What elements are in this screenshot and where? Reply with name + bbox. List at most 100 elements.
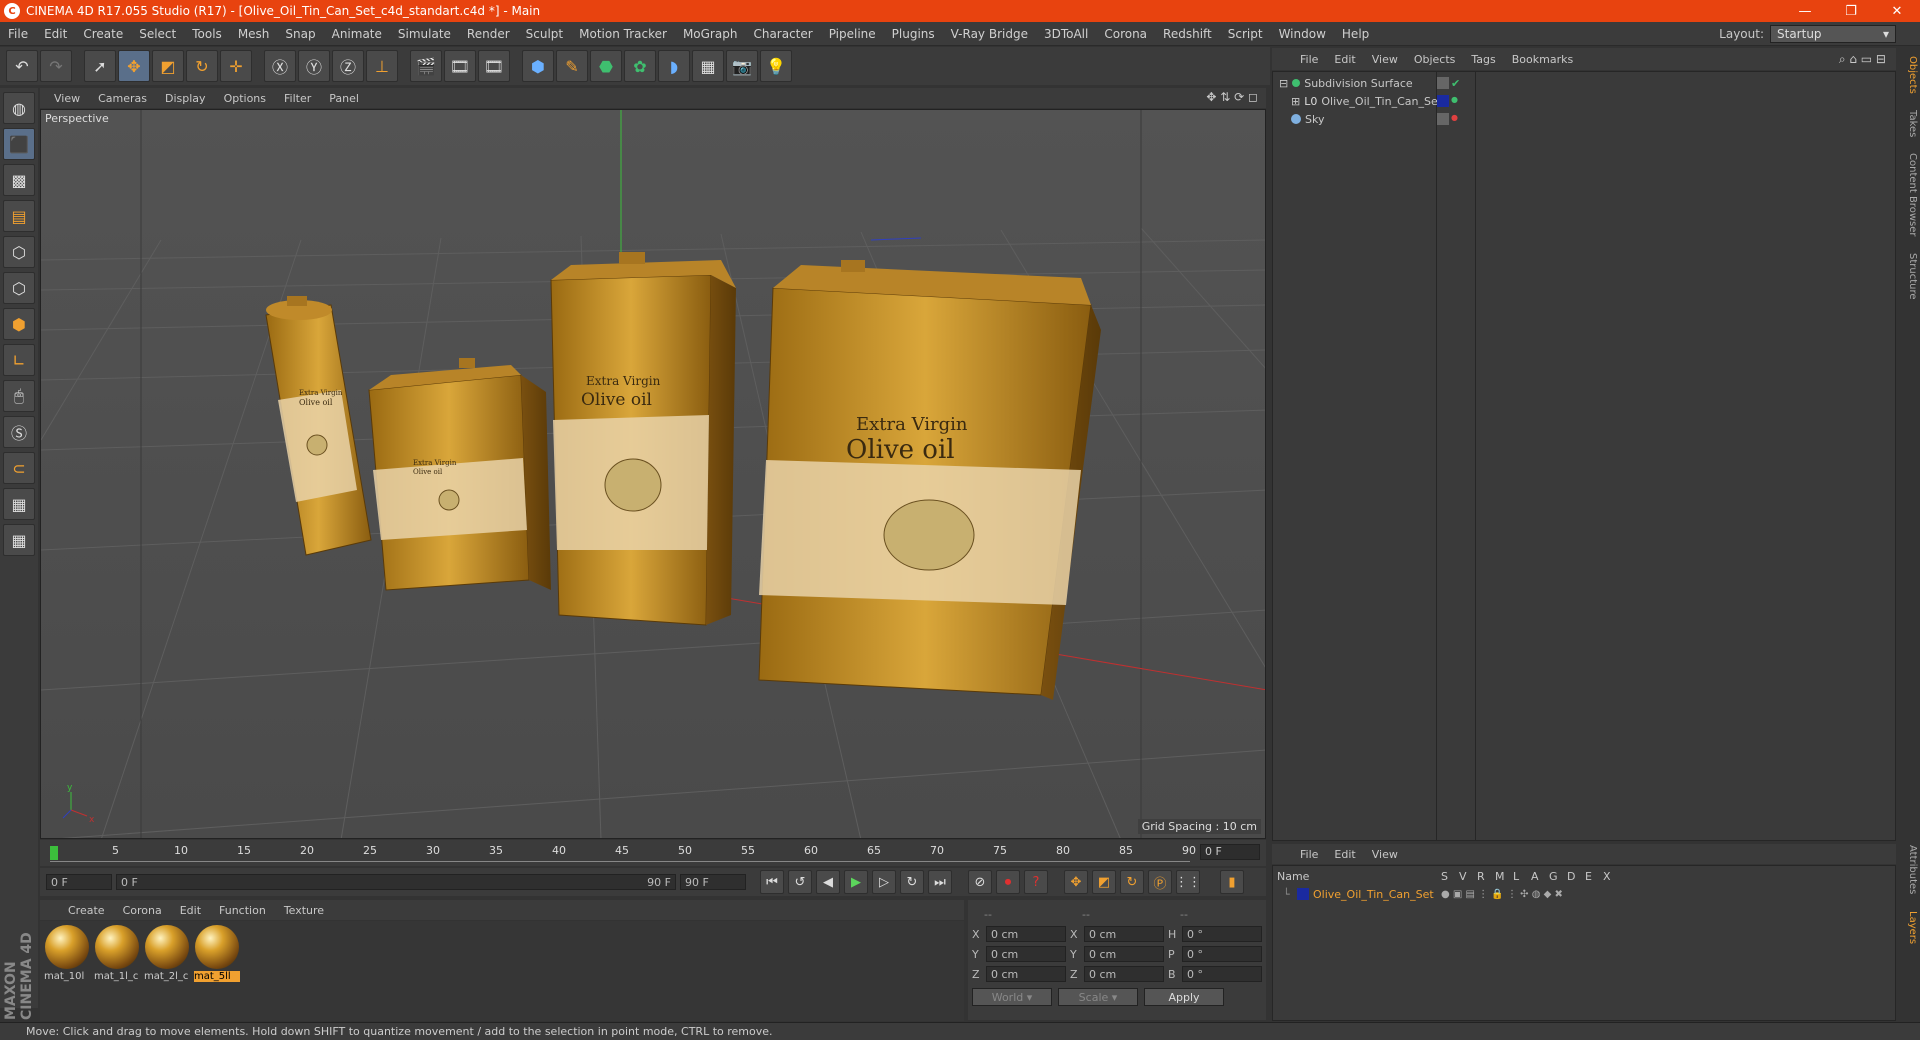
size-x-field[interactable]: 0 cm xyxy=(1084,926,1164,942)
tweak-mode-button[interactable]: 🖱 xyxy=(3,380,35,412)
menu-character[interactable]: Character xyxy=(745,27,820,41)
visibility-toggle-icon[interactable] xyxy=(1437,76,1449,89)
frame-range-slider[interactable]: 0 F 90 F xyxy=(116,874,676,890)
menu-render[interactable]: Render xyxy=(459,27,518,41)
add-spline-button[interactable]: ✎ xyxy=(556,50,588,82)
menu-tools[interactable]: Tools xyxy=(184,27,230,41)
apply-button[interactable]: Apply xyxy=(1144,988,1224,1006)
om-menu-view[interactable]: View xyxy=(1364,53,1406,66)
lm-menu-view[interactable]: View xyxy=(1364,848,1406,861)
play-button[interactable]: ▶ xyxy=(844,870,868,894)
timeline-ruler[interactable]: 0 5 10 15 20 25 30 35 40 45 50 55 60 65 … xyxy=(50,844,1196,862)
scale-tool-button[interactable]: ◩ xyxy=(152,50,184,82)
layer-color-swatch[interactable] xyxy=(1297,888,1309,900)
rotation-b-field[interactable]: 0 ° xyxy=(1182,966,1262,982)
menu-snap[interactable]: Snap xyxy=(277,27,323,41)
key-parameter-button[interactable]: Ⓟ xyxy=(1148,870,1172,894)
om-menu-bookmarks[interactable]: Bookmarks xyxy=(1504,53,1581,66)
timeline[interactable]: 0 5 10 15 20 25 30 35 40 45 50 55 60 65 … xyxy=(40,840,1266,866)
prev-frame-button[interactable]: ◀ xyxy=(816,870,840,894)
vp-menu-filter[interactable]: Filter xyxy=(276,92,319,105)
add-light-button[interactable]: 💡 xyxy=(760,50,792,82)
record-keys-button[interactable]: ⏺ xyxy=(996,870,1020,894)
end-frame-field[interactable]: 90 F xyxy=(680,874,746,890)
lm-menu-edit[interactable]: Edit xyxy=(1326,848,1363,861)
menu-motion-tracker[interactable]: Motion Tracker xyxy=(571,27,675,41)
om-menu-file[interactable]: File xyxy=(1292,53,1326,66)
can-medium-box[interactable]: Extra Virgin Olive oil xyxy=(550,252,736,626)
lm-menu-file[interactable]: File xyxy=(1292,848,1326,861)
mat-menu-edit[interactable]: Edit xyxy=(172,904,209,917)
tab-structure[interactable]: Structure xyxy=(1900,246,1918,306)
menu-vray-bridge[interactable]: V-Ray Bridge xyxy=(943,27,1036,41)
tab-objects[interactable]: Objects xyxy=(1900,52,1918,98)
visibility-dots-icon[interactable]: ● xyxy=(1451,113,1458,125)
grid-lock-button[interactable]: ▦ xyxy=(3,488,35,520)
points-mode-button[interactable]: ⬡ xyxy=(3,236,35,268)
menu-window[interactable]: Window xyxy=(1271,27,1334,41)
z-axis-lock-button[interactable]: Ⓩ xyxy=(332,50,364,82)
add-subdivision-button[interactable]: ⬣ xyxy=(590,50,622,82)
mat-menu-corona[interactable]: Corona xyxy=(115,904,170,917)
live-selection-button[interactable]: ➚ xyxy=(84,50,116,82)
can-large-box[interactable]: Extra Virgin Olive oil xyxy=(758,260,1101,700)
menu-3dtoall[interactable]: 3DToAll xyxy=(1036,27,1096,41)
timeline-window-button[interactable]: ▮ xyxy=(1220,870,1244,894)
material-swatch-selected[interactable]: mat_5ll xyxy=(194,925,240,1017)
texture-mode-button[interactable]: ▩ xyxy=(3,164,35,196)
magnet-button[interactable]: ⊂ xyxy=(3,452,35,484)
menu-animate[interactable]: Animate xyxy=(324,27,390,41)
menu-redshift[interactable]: Redshift xyxy=(1155,27,1220,41)
model-mode-button[interactable]: ⬛ xyxy=(3,128,35,160)
goto-end-button[interactable]: ⏭ xyxy=(928,870,952,894)
axis-mode-button[interactable]: ∟ xyxy=(3,344,35,376)
render-settings-button[interactable]: 🎞 xyxy=(478,50,510,82)
next-key-button[interactable]: ↻ xyxy=(900,870,924,894)
edges-mode-button[interactable]: ⬡ xyxy=(3,272,35,304)
tab-takes[interactable]: Takes xyxy=(1900,104,1918,144)
workplane-mode-button[interactable]: ▤ xyxy=(3,200,35,232)
tab-content-browser[interactable]: Content Browser xyxy=(1900,148,1918,242)
add-scene-button[interactable]: ▦ xyxy=(692,50,724,82)
object-row-can-set[interactable]: ⊞ L0 Olive_Oil_Tin_Can_Set ● xyxy=(1273,92,1897,110)
redo-button[interactable]: ↷ xyxy=(40,50,72,82)
om-menu-objects[interactable]: Objects xyxy=(1406,53,1464,66)
tab-attributes[interactable]: Attributes xyxy=(1900,840,1918,900)
menu-create[interactable]: Create xyxy=(75,27,131,41)
menu-sculpt[interactable]: Sculpt xyxy=(518,27,571,41)
coord-mode-dropdown[interactable]: World ▾ xyxy=(972,988,1052,1006)
key-scale-button[interactable]: ◩ xyxy=(1092,870,1116,894)
next-frame-button[interactable]: ▷ xyxy=(872,870,896,894)
key-pla-button[interactable]: ⋮⋮ xyxy=(1175,870,1201,894)
visibility-dots-icon[interactable]: ● xyxy=(1451,95,1458,107)
rotate-tool-button[interactable]: ↻ xyxy=(186,50,218,82)
key-position-button[interactable]: ✥ xyxy=(1064,870,1088,894)
rotation-p-field[interactable]: 0 ° xyxy=(1182,946,1262,962)
polygons-mode-button[interactable]: ⬢ xyxy=(3,308,35,340)
menu-mesh[interactable]: Mesh xyxy=(230,27,278,41)
key-rotation-button[interactable]: ↻ xyxy=(1120,870,1144,894)
prev-key-button[interactable]: ↺ xyxy=(788,870,812,894)
expand-plus-icon[interactable]: ⊞ xyxy=(1291,95,1300,108)
vp-menu-display[interactable]: Display xyxy=(157,92,214,105)
object-row-subdivision[interactable]: ⊟ Subdivision Surface ✔ xyxy=(1273,74,1897,92)
menu-edit[interactable]: Edit xyxy=(36,27,75,41)
position-y-field[interactable]: 0 cm xyxy=(986,946,1066,962)
vp-menu-view[interactable]: View xyxy=(46,92,88,105)
size-mode-dropdown[interactable]: Scale ▾ xyxy=(1058,988,1138,1006)
menu-simulate[interactable]: Simulate xyxy=(390,27,459,41)
material-swatch[interactable]: mat_10l xyxy=(44,925,90,1017)
mat-menu-create[interactable]: Create xyxy=(60,904,113,917)
menu-pipeline[interactable]: Pipeline xyxy=(821,27,884,41)
perspective-viewport[interactable]: Extra Virgin Olive oil Extra Virgin Oliv… xyxy=(40,109,1266,839)
om-menu-tags[interactable]: Tags xyxy=(1463,53,1503,66)
add-camera-button[interactable]: 📷 xyxy=(726,50,758,82)
mat-menu-texture[interactable]: Texture xyxy=(276,904,332,917)
close-button[interactable]: ✕ xyxy=(1874,4,1920,19)
y-axis-lock-button[interactable]: Ⓨ xyxy=(298,50,330,82)
layer-flags-icons[interactable]: ● ▣ ▤ ⋮ 🔒 ⋮ ✣ ◍ ◆ ✖ xyxy=(1441,889,1563,900)
render-picture-viewer-button[interactable]: 🎞 xyxy=(444,50,476,82)
enabled-check-icon[interactable]: ✔ xyxy=(1451,77,1460,90)
visibility-toggle-icon[interactable] xyxy=(1437,113,1449,125)
vp-menu-panel[interactable]: Panel xyxy=(321,92,367,105)
